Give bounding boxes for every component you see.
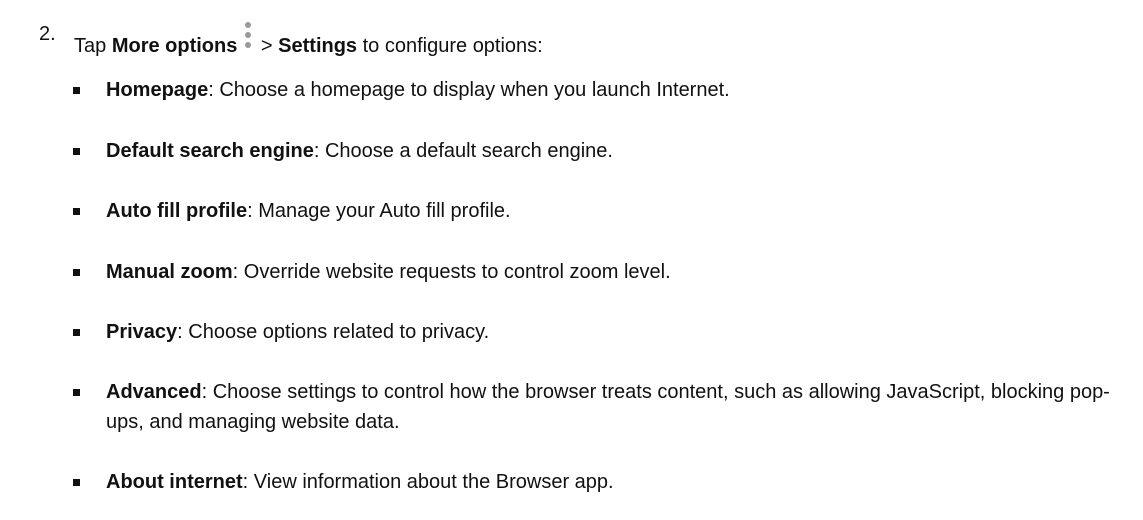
list-item-text: Manual zoom: Override website requests t… xyxy=(106,257,1126,287)
bullet-icon xyxy=(73,87,80,94)
option-term: Auto fill profile xyxy=(106,200,248,222)
more-options-label: More options xyxy=(111,35,238,57)
option-desc: : Choose a homepage to display when you … xyxy=(208,79,730,101)
step-instruction: Tap More options > Settings to configure… xyxy=(74,22,543,58)
option-term: About internet xyxy=(106,471,243,493)
step-number: 2. xyxy=(39,23,56,45)
bullet-icon xyxy=(73,479,80,486)
list-item-text: Default search engine: Choose a default … xyxy=(106,136,1126,166)
list-item-text: About internet: View information about t… xyxy=(106,467,1126,497)
list-item-text: Privacy: Choose options related to priva… xyxy=(106,317,1126,347)
option-desc: : Override website requests to control z… xyxy=(232,261,671,283)
option-term: Advanced xyxy=(106,381,202,403)
step-gt-text: > xyxy=(255,35,279,57)
list-item-text: Advanced: Choose settings to control how… xyxy=(106,377,1126,437)
option-desc: : Manage your Auto fill profile. xyxy=(247,200,511,222)
bullet-icon xyxy=(73,329,80,336)
option-desc: : Choose a default search engine. xyxy=(313,140,613,162)
step-pre-text: Tap xyxy=(74,35,112,57)
option-desc: : Choose settings to control how the bro… xyxy=(106,381,1110,433)
option-term: Privacy xyxy=(106,321,178,343)
bullet-icon xyxy=(73,389,80,396)
option-desc: : Choose options related to privacy. xyxy=(177,321,490,343)
list-item-text: Auto fill profile: Manage your Auto fill… xyxy=(106,196,1126,226)
bullet-icon xyxy=(73,208,80,215)
option-desc: : View information about the Browser app… xyxy=(242,471,614,493)
settings-label: Settings xyxy=(278,35,358,57)
option-term: Manual zoom xyxy=(106,261,233,283)
bullet-icon xyxy=(73,269,80,276)
bullet-icon xyxy=(73,148,80,155)
list-item-text: Homepage: Choose a homepage to display w… xyxy=(106,75,1126,105)
vertical-ellipsis-icon xyxy=(243,22,253,58)
step-post-text: to configure options: xyxy=(357,35,543,57)
option-term: Homepage xyxy=(106,79,209,101)
option-term: Default search engine xyxy=(106,140,314,162)
